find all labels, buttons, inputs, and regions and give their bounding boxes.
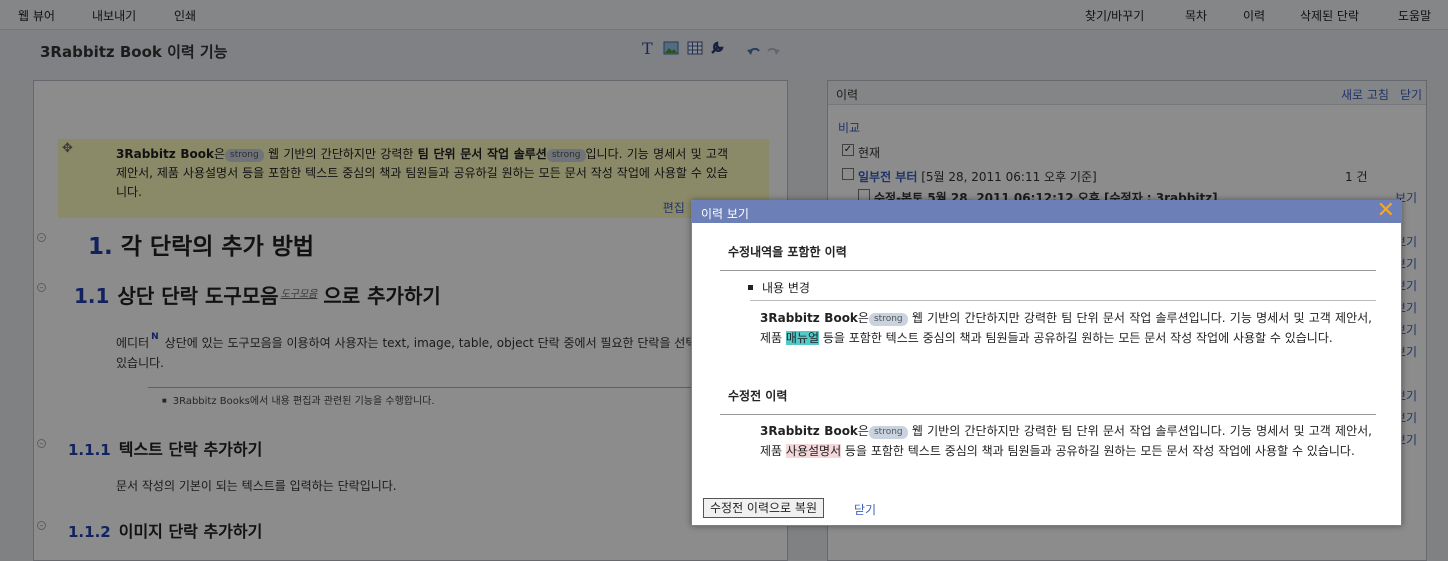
- section-divider: [720, 414, 1376, 415]
- close-icon[interactable]: ✕: [1377, 199, 1395, 223]
- restore-previous-button[interactable]: 수정전 이력으로 복원: [703, 498, 824, 518]
- strong-tag: strong: [868, 313, 908, 326]
- change-divider: [750, 300, 1376, 301]
- section-title-before: 수정전 이력: [728, 389, 788, 403]
- history-view-dialog: 이력 보기 ✕ 수정내역을 포함한 이력 내용 변경 3Rabbitz Book…: [691, 199, 1402, 526]
- revised-text: 3Rabbitz Book은 strong 웹 기반의 간단하지만 강력한 팀 단…: [760, 311, 1372, 345]
- strong-tag: strong: [868, 426, 908, 439]
- previous-text: 3Rabbitz Book은 strong 웹 기반의 간단하지만 강력한 팀 단…: [760, 424, 1372, 458]
- section-title-with-changes: 수정내역을 포함한 이력: [728, 245, 847, 259]
- removed-text: 사용설명서: [785, 444, 842, 458]
- section-divider: [720, 270, 1376, 271]
- change-type: 내용 변경: [748, 279, 810, 296]
- inserted-text: 매뉴얼: [785, 331, 820, 345]
- dialog-close-link[interactable]: 닫기: [854, 501, 876, 518]
- dialog-header: 이력 보기 ✕: [692, 199, 1401, 223]
- dialog-title: 이력 보기: [701, 207, 749, 221]
